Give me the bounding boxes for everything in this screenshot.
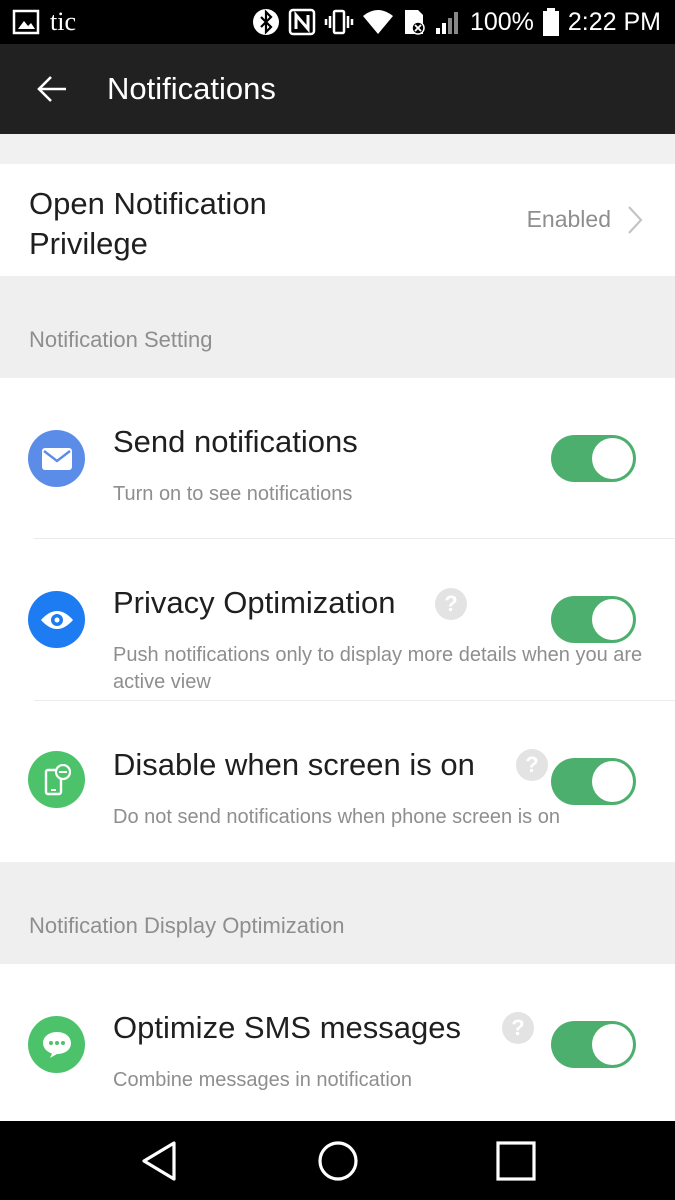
notification-settings-card: Send notifications Turn on to see notifi… xyxy=(0,378,675,862)
send-notifications-title: Send notifications xyxy=(113,424,358,459)
status-time: 2:22 PM xyxy=(567,7,661,36)
wifi-icon xyxy=(362,10,393,34)
page-title: Notifications xyxy=(107,71,276,106)
toggle-knob xyxy=(592,438,633,479)
display-optimization-card: Optimize SMS messages ? Combine messages… xyxy=(0,964,675,1121)
nav-home-icon[interactable] xyxy=(316,1139,360,1183)
gallery-icon xyxy=(12,9,40,35)
disable-when-screen-on-icon-circle xyxy=(28,751,85,808)
optimize-sms-toggle[interactable] xyxy=(551,1021,636,1068)
privacy-optimization-title: Privacy Optimization xyxy=(113,585,396,620)
back-arrow-icon[interactable] xyxy=(30,67,74,111)
nfc-icon xyxy=(288,8,316,36)
optimize-sms-row: Optimize SMS messages ? Combine messages… xyxy=(0,964,675,1121)
signal-icon xyxy=(435,12,458,34)
nav-recents-icon[interactable] xyxy=(494,1139,538,1183)
privilege-status: Enabled xyxy=(526,206,611,232)
section-label-display-optimization: Notification Display Optimization xyxy=(29,913,345,938)
eye-icon xyxy=(40,610,73,629)
optimize-sms-subtitle: Combine messages in notification xyxy=(113,1069,413,1091)
open-notification-privilege-row[interactable]: Open Notification Privilege Enabled xyxy=(0,164,675,276)
status-bar: tic 100% 2:22 PM xyxy=(0,0,675,44)
envelope-icon xyxy=(41,447,72,470)
toggle-knob xyxy=(592,599,633,640)
bluetooth-icon xyxy=(252,9,279,35)
phone-screen-icon xyxy=(44,763,71,795)
section-label-notification-setting: Notification Setting xyxy=(29,327,213,352)
disable-when-screen-on-row: Disable when screen is on ? Do not send … xyxy=(0,701,675,862)
privacy-optimization-toggle[interactable] xyxy=(551,596,636,643)
toggle-knob xyxy=(592,1024,633,1065)
battery-percent: 100% xyxy=(469,7,534,36)
privilege-label: Open Notification Privilege xyxy=(29,186,267,261)
privacy-optimization-row: Privacy Optimization ? Push notification… xyxy=(0,539,675,700)
send-notifications-row: Send notifications Turn on to see notifi… xyxy=(0,378,675,538)
sim-card-icon xyxy=(404,10,425,35)
disable-when-screen-on-title: Disable when screen is on xyxy=(113,747,475,782)
status-bar-right: 100% 2:22 PM xyxy=(252,6,661,38)
status-bar-left: tic xyxy=(12,6,76,38)
optimize-sms-help-icon[interactable]: ? xyxy=(502,1012,534,1044)
optimize-sms-title: Optimize SMS messages xyxy=(113,1010,461,1045)
status-app-label: tic xyxy=(50,7,76,36)
send-notifications-toggle[interactable] xyxy=(551,435,636,482)
disable-when-screen-on-subtitle: Do not send notifications when phone scr… xyxy=(113,806,560,828)
appbar-shadow xyxy=(0,134,675,164)
chat-bubble-icon xyxy=(42,1031,71,1058)
navigation-bar xyxy=(0,1121,675,1200)
vibrate-icon xyxy=(324,9,354,35)
battery-icon xyxy=(542,8,559,36)
toggle-knob xyxy=(592,761,633,802)
privacy-optimization-help-icon[interactable]: ? xyxy=(435,588,467,620)
privacy-optimization-icon-circle xyxy=(28,591,85,648)
send-notifications-icon-circle xyxy=(28,430,85,487)
chevron-right-icon xyxy=(628,206,643,234)
app-bar: Notifications xyxy=(0,44,675,134)
disable-when-screen-on-help-icon[interactable]: ? xyxy=(516,749,548,781)
privacy-optimization-subtitle: Push notifications only to display more … xyxy=(113,644,643,693)
optimize-sms-icon-circle xyxy=(28,1016,85,1073)
nav-back-icon[interactable] xyxy=(138,1139,182,1183)
disable-when-screen-on-toggle[interactable] xyxy=(551,758,636,805)
send-notifications-subtitle: Turn on to see notifications xyxy=(113,483,353,505)
